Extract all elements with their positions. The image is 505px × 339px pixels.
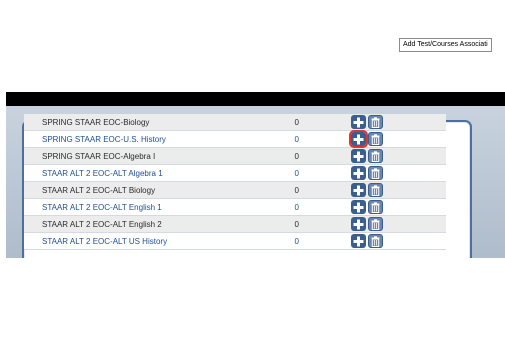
- add-association-button[interactable]: [348, 130, 368, 148]
- table-row: SPRING STAAR EOC-Algebra I0: [24, 147, 446, 165]
- trash-icon: [371, 201, 380, 213]
- test-name: STAAR ALT 2 EOC-ALT English 1: [24, 198, 295, 216]
- association-count: 0: [294, 215, 351, 233]
- association-count: 0: [294, 114, 351, 131]
- test-name: STAAR ALT 2 EOC-ALT Algebra 1: [24, 164, 295, 182]
- table-row: STAAR ALT 2 EOC-ALT Biology 0: [24, 181, 446, 199]
- row-actions: [350, 181, 446, 199]
- delete-button[interactable]: [367, 149, 383, 163]
- add-association-button[interactable]: [350, 166, 366, 180]
- table-row: STAAR ALT 2 EOC-ALT English 20: [24, 215, 446, 233]
- delete-button[interactable]: [367, 217, 383, 231]
- association-count: 0: [294, 181, 351, 199]
- trash-icon: [371, 167, 380, 179]
- add-association-button[interactable]: [350, 234, 366, 248]
- row-actions: [350, 164, 446, 182]
- trash-icon: [371, 184, 380, 196]
- test-list-table: SPRING STAAR EOC-Biology 0 SPRING STAAR EO…: [24, 114, 446, 250]
- add-association-tooltip: Add Test/Courses Associati: [399, 38, 492, 52]
- association-count: 0: [294, 198, 351, 216]
- association-count: 0: [294, 130, 351, 148]
- add-association-button[interactable]: [350, 217, 366, 231]
- delete-button[interactable]: [367, 115, 383, 129]
- plus-icon: [353, 134, 364, 145]
- row-actions: [350, 198, 446, 216]
- plus-icon: [353, 151, 364, 162]
- test-name: SPRING STAAR EOC-Biology: [24, 114, 295, 131]
- plus-icon: [353, 202, 364, 213]
- plus-icon: [353, 117, 364, 128]
- row-actions: [350, 114, 446, 131]
- top-black-bar: [6, 92, 505, 106]
- table-row: SPRING STAAR EOC-Biology 0: [24, 114, 446, 131]
- add-association-button[interactable]: [350, 200, 366, 214]
- table-row: STAAR ALT 2 EOC-ALT US History 0: [24, 232, 446, 250]
- test-name: SPRING STAAR EOC-Algebra I: [24, 147, 295, 165]
- plus-icon: [353, 236, 364, 247]
- table-row: SPRING STAAR EOC-U.S. History 0: [24, 130, 446, 148]
- content-backdrop: SPRING STAAR EOC-Biology 0 SPRING STAAR EO…: [6, 106, 505, 258]
- association-count: 0: [294, 147, 351, 165]
- trash-icon: [371, 150, 380, 162]
- test-name: STAAR ALT 2 EOC-ALT Biology: [24, 181, 295, 199]
- trash-icon: [371, 116, 380, 128]
- test-name: STAAR ALT 2 EOC-ALT US History: [24, 232, 295, 250]
- add-association-button[interactable]: [350, 115, 366, 129]
- trash-icon: [371, 218, 380, 230]
- row-actions: [350, 215, 446, 233]
- delete-button[interactable]: [367, 166, 383, 180]
- delete-button[interactable]: [367, 132, 383, 146]
- delete-button[interactable]: [367, 200, 383, 214]
- trash-icon: [371, 133, 380, 145]
- plus-icon: [353, 168, 364, 179]
- association-count: 0: [294, 232, 351, 250]
- test-name: STAAR ALT 2 EOC-ALT English 2: [24, 215, 295, 233]
- add-association-button[interactable]: [350, 149, 366, 163]
- row-actions: [350, 147, 446, 165]
- row-actions: [350, 232, 446, 250]
- table-row: STAAR ALT 2 EOC-ALT English 10: [24, 198, 446, 216]
- delete-button[interactable]: [367, 183, 383, 197]
- plus-icon: [353, 185, 364, 196]
- test-name: SPRING STAAR EOC-U.S. History: [24, 130, 295, 148]
- delete-button[interactable]: [367, 234, 383, 248]
- row-actions: [348, 130, 446, 148]
- table-row: STAAR ALT 2 EOC-ALT Algebra 10: [24, 164, 446, 182]
- trash-icon: [371, 235, 380, 247]
- add-association-button[interactable]: [350, 183, 366, 197]
- association-count: 0: [294, 164, 351, 182]
- plus-icon: [353, 219, 364, 230]
